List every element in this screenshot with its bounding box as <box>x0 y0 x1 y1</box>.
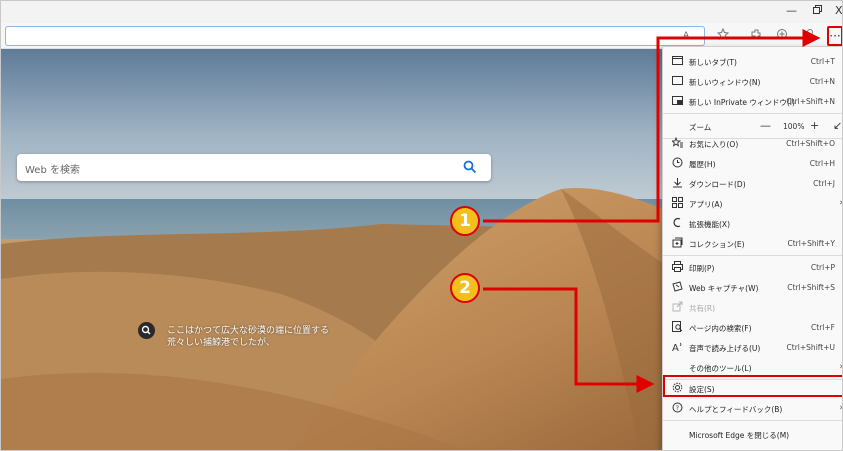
menu-item-share: 共有(R) <box>663 297 842 317</box>
menu-item-label: ページ内の検索(F) <box>689 324 752 333</box>
search-icon[interactable] <box>463 159 477 178</box>
menu-item-history[interactable]: 履歴(H) Ctrl+H <box>663 153 842 173</box>
menu-item-label: 新しいタブ(T) <box>689 58 737 67</box>
collections-icon <box>671 237 683 249</box>
step-1-badge: 1 <box>450 206 480 236</box>
menu-item-shortcut: Ctrl+J <box>813 179 835 188</box>
menu-item-shortcut: Ctrl+Shift+Y <box>787 239 835 248</box>
new-window-icon <box>671 75 683 87</box>
menu-item-label: お気に入り(O) <box>689 140 739 149</box>
menu-divider <box>663 113 842 114</box>
print-icon <box>671 261 683 273</box>
address-bar[interactable] <box>5 26 705 46</box>
svg-text:A: A <box>672 343 679 352</box>
menu-item-shortcut: Ctrl+P <box>810 263 835 272</box>
collections-toolbar-icon[interactable] <box>776 28 788 43</box>
menu-item-label: Microsoft Edge を閉じる(M) <box>689 431 790 440</box>
settings-highlight-box <box>663 375 842 397</box>
chevron-right-icon: › <box>839 403 843 413</box>
menu-item-favorites[interactable]: お気に入り(O) Ctrl+Shift+O <box>663 133 842 153</box>
profile-toolbar-icon[interactable] <box>804 28 816 43</box>
menu-item-print[interactable]: 印刷(P) Ctrl+P <box>663 257 842 277</box>
menu-item-new-window[interactable]: 新しいウィンドウ(N) Ctrl+N <box>663 71 842 91</box>
chevron-right-icon: › <box>839 362 843 372</box>
share-icon <box>671 301 683 313</box>
zoom-label: ズーム <box>689 123 712 132</box>
menu-item-label: ダウンロード(D) <box>689 180 746 189</box>
menu-item-label: コレクション(E) <box>689 240 745 249</box>
close-window-button[interactable]: X <box>835 4 842 17</box>
extensions-toolbar-icon[interactable] <box>750 28 762 43</box>
menu-item-extensions[interactable]: 拡張機能(X) <box>663 213 842 233</box>
menu-item-label: 共有(R) <box>689 304 716 313</box>
menu-item-find-on-page[interactable]: ページ内の検索(F) Ctrl+F <box>663 317 842 337</box>
download-icon <box>671 177 683 189</box>
title-bar: — X <box>1 1 842 23</box>
read-aloud-toolbar-icon[interactable]: A <box>682 28 694 43</box>
history-icon <box>671 157 683 169</box>
menu-item-shortcut: Ctrl+Shift+U <box>786 343 835 352</box>
menu-item-shortcut: Ctrl+H <box>809 159 835 168</box>
chevron-right-icon: › <box>839 198 843 208</box>
zoom-out-button[interactable]: — <box>760 119 771 132</box>
favorites-toolbar-icon[interactable] <box>716 27 730 43</box>
menu-item-web-capture[interactable]: Web キャプチャ(W) Ctrl+Shift+S <box>663 277 842 297</box>
menu-item-new-tab[interactable]: 新しいタブ(T) Ctrl+T <box>663 51 842 71</box>
favorites-icon <box>670 136 683 149</box>
new-tab-icon <box>671 55 683 67</box>
step-2-badge: 2 <box>450 273 480 303</box>
menu-item-label: 履歴(H) <box>689 160 716 169</box>
minimize-button[interactable]: — <box>786 4 797 17</box>
restore-icon <box>813 5 822 14</box>
menu-item-shortcut: Ctrl+T <box>810 57 835 66</box>
menu-item-collections[interactable]: コレクション(E) Ctrl+Shift+Y <box>663 233 842 253</box>
menu-divider <box>663 420 842 421</box>
menu-item-label: ヘルプとフィードバック(B) <box>689 405 783 414</box>
restore-button[interactable] <box>813 4 822 17</box>
web-search-box[interactable]: Web を検索 <box>17 154 491 181</box>
inprivate-icon <box>671 95 683 107</box>
menu-item-read-aloud[interactable]: A 音声で読み上げる(U) Ctrl+Shift+U <box>663 337 842 357</box>
menu-item-label: アプリ(A) <box>689 200 723 209</box>
full-screen-button[interactable]: ↙ <box>833 119 842 132</box>
find-icon <box>671 321 683 333</box>
settings-and-more-button[interactable]: ··· <box>827 26 842 46</box>
help-icon: ? <box>671 402 683 414</box>
zoom-level: 100% <box>783 122 805 131</box>
apps-icon <box>671 197 683 209</box>
menu-item-shortcut: Ctrl+Shift+O <box>786 139 835 148</box>
extensions-icon <box>671 217 683 229</box>
menu-item-more-tools[interactable]: その他のツール(L) › <box>663 357 843 377</box>
caption-line-2: 荒々しい捕鯨港でしたが、 <box>167 338 275 348</box>
zoom-in-button[interactable]: + <box>810 119 819 132</box>
menu-item-label: 音声で読み上げる(U) <box>689 344 761 353</box>
menu-item-label: その他のツール(L) <box>689 364 752 373</box>
menu-item-apps[interactable]: アプリ(A) › <box>663 193 843 213</box>
menu-item-label: 新しいウィンドウ(N) <box>689 78 761 87</box>
svg-text:A: A <box>683 31 690 40</box>
menu-item-shortcut: Ctrl+Shift+S <box>787 283 835 292</box>
menu-item-shortcut: Ctrl+N <box>809 77 835 86</box>
search-placeholder: Web を検索 <box>25 165 80 176</box>
caption-line-1: ここはかつて広大な砂漠の端に位置する <box>167 326 330 336</box>
menu-item-shortcut: Ctrl+F <box>811 323 835 332</box>
web-capture-icon <box>671 281 683 293</box>
read-aloud-icon: A <box>671 341 683 354</box>
svg-text:?: ? <box>675 404 678 412</box>
menu-item-label: 拡張機能(X) <box>689 220 730 229</box>
image-info-icon[interactable] <box>138 322 155 339</box>
menu-item-label: 新しい InPrivate ウィンドウ(I) <box>689 98 795 107</box>
menu-item-help-feedback[interactable]: ? ヘルプとフィードバック(B) › <box>663 398 843 418</box>
menu-item-downloads[interactable]: ダウンロード(D) Ctrl+J <box>663 173 842 193</box>
menu-item-new-inprivate[interactable]: 新しい InPrivate ウィンドウ(I) Ctrl+Shift+N <box>663 91 842 111</box>
image-caption[interactable]: ここはかつて広大な砂漠の端に位置する 荒々しい捕鯨港でしたが、 <box>167 325 329 349</box>
browser-window: — X A ··· Web を検索 ここはかつて広大な砂漠の端に位置する 荒々し… <box>0 0 843 451</box>
menu-item-close-edge[interactable]: Microsoft Edge を閉じる(M) <box>663 424 842 444</box>
menu-item-label: 印刷(P) <box>689 264 715 273</box>
menu-divider <box>663 255 842 256</box>
menu-item-label: Web キャプチャ(W) <box>689 284 759 293</box>
menu-item-shortcut: Ctrl+Shift+N <box>786 97 835 106</box>
